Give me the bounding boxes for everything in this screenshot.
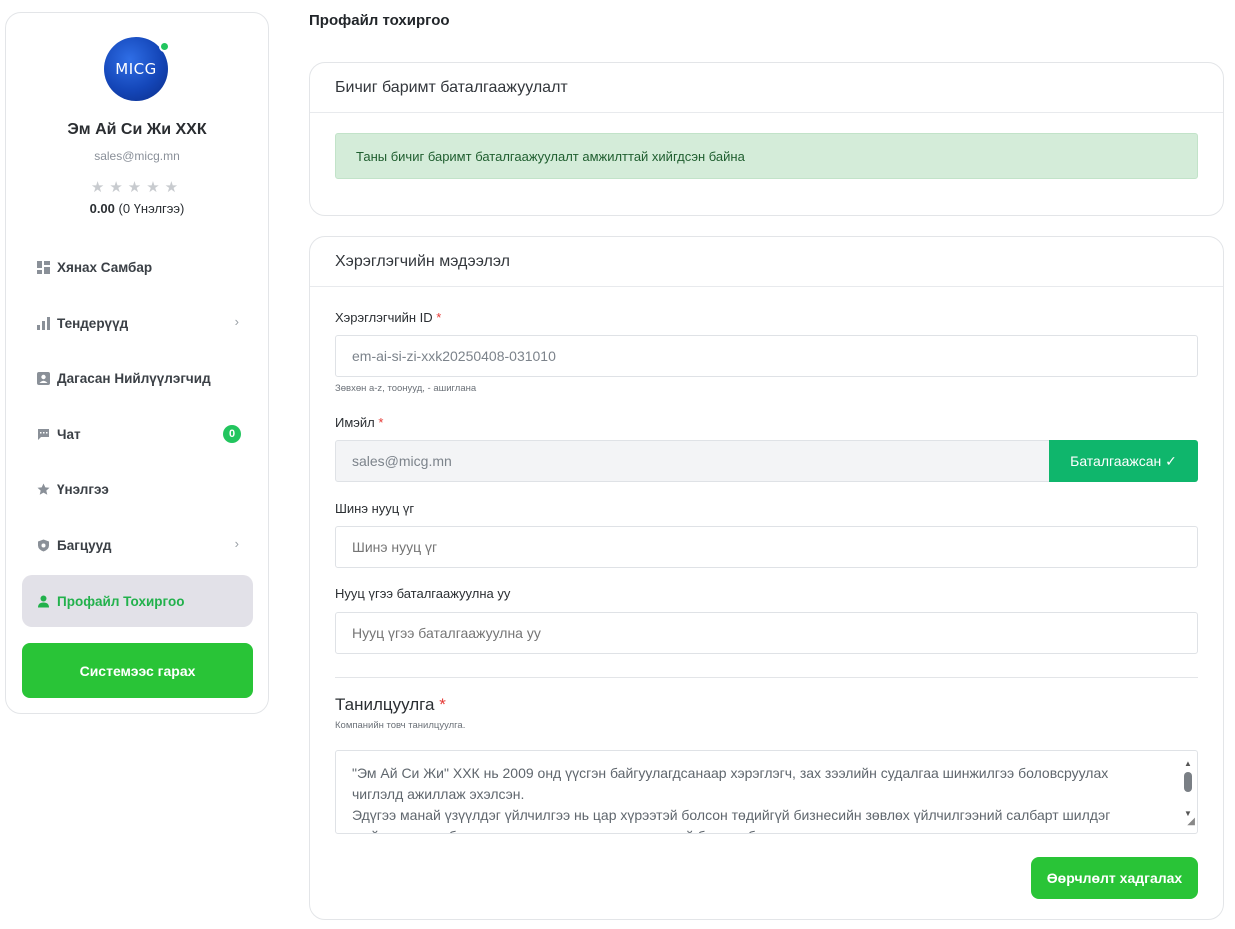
- sidebar-item-dashboard[interactable]: Хянах Самбар: [22, 241, 253, 293]
- sidebar-item-label: Хянах Самбар: [57, 259, 153, 275]
- email-label: Имэйл *: [335, 415, 383, 430]
- intro-paragraph: Эдүгээ манай үзүүлдэг үйлчилгээ нь цар х…: [352, 807, 1111, 833]
- confirm-password-label: Нууц үгээ баталгаажуулна уу: [335, 586, 511, 601]
- user-id-input[interactable]: [335, 335, 1198, 377]
- required-mark: *: [378, 415, 384, 430]
- confirm-password-input[interactable]: [335, 612, 1198, 654]
- bar-chart-icon: [36, 316, 50, 330]
- rating-summary: 0.00 (0 Үнэлгээ): [6, 201, 268, 216]
- dashboard-icon: [36, 260, 50, 274]
- sidebar-item-label: Багцууд: [57, 537, 112, 553]
- chevron-right-icon: ›: [234, 536, 239, 551]
- company-name: Эм Ай Си Жи ХХК: [67, 121, 207, 138]
- intro-hint: Компанийн товч танилцуулга.: [335, 720, 466, 731]
- new-password-input[interactable]: [335, 526, 1198, 568]
- required-mark: *: [436, 310, 442, 325]
- section-divider: [335, 677, 1198, 678]
- save-changes-button[interactable]: Өөрчлөлт хадгалах: [1031, 857, 1198, 899]
- contact-card-icon: [36, 371, 50, 385]
- user-id-hint: Зөвхөн a-z, тоонууд, - ашиглана: [335, 383, 477, 394]
- user-id-label-text: Хэрэглэгчийн ID: [335, 310, 433, 325]
- scroll-up-arrow-icon[interactable]: ▲: [1184, 753, 1192, 774]
- sidebar-item-reviews[interactable]: Үнэлгээ: [22, 463, 253, 515]
- resize-grip-icon[interactable]: ◢: [1187, 811, 1195, 832]
- sidebar: MICG Эм Ай Си Жи ХХК sales@micg.mn ★★★★★…: [5, 12, 269, 714]
- verification-card-title: Бичиг баримт баталгаажуулалт: [310, 63, 1223, 113]
- logout-button[interactable]: Системээс гарах: [22, 643, 253, 698]
- intro-title-text: Танилцуулга: [335, 695, 435, 714]
- chat-icon: [36, 427, 50, 441]
- intro-textarea[interactable]: "Эм Ай Си Жи" ХХК нь 2009 онд үүсгэн бай…: [335, 750, 1198, 834]
- sidebar-item-profile-settings[interactable]: Профайл Тохиргоо: [22, 575, 253, 627]
- sidebar-item-tenders[interactable]: Тендерүүд ›: [22, 297, 253, 349]
- rating-value: 0.00: [89, 201, 115, 216]
- verification-success-alert: Таны бичиг баримт баталгаажуулалт амжилт…: [335, 133, 1198, 179]
- sidebar-item-chat[interactable]: Чат 0: [22, 408, 253, 460]
- rating-count: (0 Үнэлгээ): [118, 201, 185, 216]
- chevron-right-icon: ›: [234, 314, 239, 329]
- chat-count-badge: 0: [223, 425, 241, 443]
- company-avatar: MICG: [104, 37, 170, 103]
- intro-section-title: Танилцуулга *: [335, 695, 446, 715]
- page-title: Профайл тохиргоо: [309, 12, 450, 29]
- user-info-card: Хэрэглэгчийн мэдээлэл Хэрэглэгчийн ID * …: [309, 236, 1224, 920]
- user-icon: [36, 594, 50, 608]
- sidebar-item-label: Дагасан Нийлүүлэгчид: [57, 370, 211, 386]
- sidebar-item-label: Профайл Тохиргоо: [57, 593, 185, 609]
- sidebar-item-followed-suppliers[interactable]: Дагасан Нийлүүлэгчид: [22, 352, 253, 404]
- rating-stars: ★★★★★: [90, 179, 184, 196]
- online-status-dot: [159, 41, 170, 52]
- required-mark: *: [439, 695, 446, 714]
- sidebar-item-label: Тендерүүд: [57, 315, 129, 331]
- email-label-text: Имэйл: [335, 415, 375, 430]
- user-info-card-title: Хэрэглэгчийн мэдээлэл: [310, 237, 1223, 287]
- intro-paragraph: "Эм Ай Си Жи" ХХК нь 2009 онд үүсгэн бай…: [352, 765, 1109, 802]
- sidebar-item-label: Чат: [57, 426, 81, 442]
- email-verified-button[interactable]: Баталгаажсан ✓: [1049, 440, 1198, 482]
- verification-card: Бичиг баримт баталгаажуулалт Таны бичиг …: [309, 62, 1224, 216]
- email-field: [335, 440, 1050, 482]
- new-password-label: Шинэ нууц үг: [335, 501, 415, 516]
- sidebar-item-packages[interactable]: Багцууд ›: [22, 519, 253, 571]
- company-email: sales@micg.mn: [94, 149, 180, 163]
- user-id-label: Хэрэглэгчийн ID *: [335, 310, 441, 325]
- scroll-thumb[interactable]: [1184, 772, 1192, 792]
- sidebar-item-label: Үнэлгээ: [57, 481, 109, 497]
- star-icon: [36, 482, 50, 496]
- shield-icon: [36, 538, 50, 552]
